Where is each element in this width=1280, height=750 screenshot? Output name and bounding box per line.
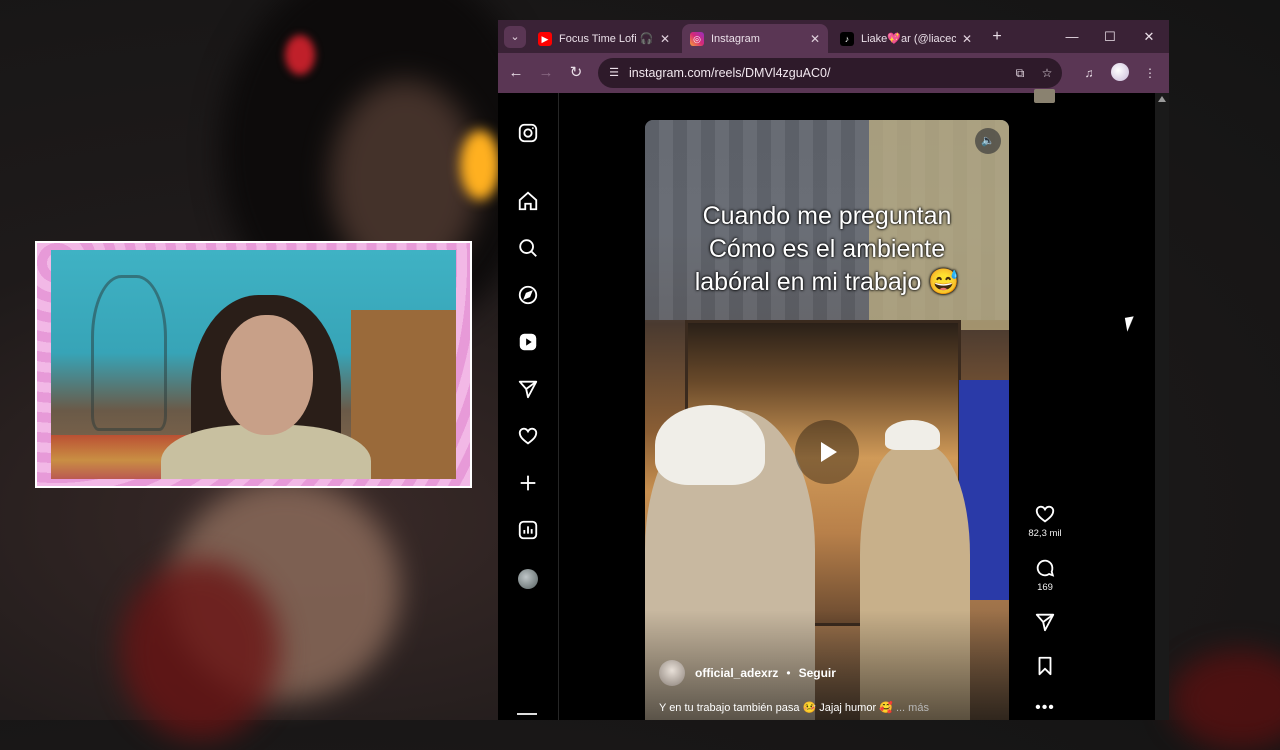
comment-count: 169	[1037, 582, 1053, 593]
explore-icon[interactable]	[516, 283, 540, 307]
separator: •	[786, 666, 791, 680]
comment-icon	[1036, 559, 1055, 577]
create-icon[interactable]	[516, 471, 540, 495]
scroll-up-arrow-icon[interactable]	[1158, 96, 1166, 102]
instagram-icon: ◎	[690, 31, 704, 46]
address-bar[interactable]: ☰ instagram.com/reels/DMVl4zguAC0/ ⧉ ☆	[598, 58, 1062, 88]
caption-line: labóral en mi trabajo 😅	[694, 268, 960, 296]
browser-window: ⌄ ▶ Focus Time Lofi 🎧 ✕ ◎ Instagram ✕ ♪ …	[498, 20, 1169, 720]
tab-close-icon[interactable]: ✕	[962, 32, 972, 46]
browser-menu-icon[interactable]: ⋮	[1141, 64, 1159, 82]
tab-close-icon[interactable]: ✕	[660, 32, 670, 46]
install-app-icon[interactable]: ⧉	[1011, 64, 1029, 82]
reel-description: Y en tu trabajo también pasa 🤒 Jajaj hum…	[659, 701, 999, 714]
tab-title: Instagram	[711, 32, 760, 45]
instagram-sidebar	[498, 93, 559, 720]
play-icon	[821, 442, 837, 462]
tab-tiktok[interactable]: ♪ Liake💖ar (@liaceci ✕	[832, 24, 980, 53]
save-button[interactable]	[1025, 655, 1065, 677]
maximize-button[interactable]: ☐	[1091, 25, 1129, 49]
sidebar-profile-avatar[interactable]	[518, 569, 538, 589]
caption-line: Cuando me preguntan	[702, 202, 952, 230]
tab-bar: ⌄ ▶ Focus Time Lofi 🎧 ✕ ◎ Instagram ✕ ♪ …	[498, 20, 1169, 53]
tab-title: Liake💖ar (@liaceci	[861, 33, 956, 45]
url-text[interactable]: instagram.com/reels/DMVl4zguAC0/	[629, 66, 830, 80]
heart-icon	[1035, 505, 1055, 523]
menu-icon[interactable]	[517, 713, 537, 715]
reload-button[interactable]: ↻	[565, 62, 587, 84]
mute-icon[interactable]: 🔈	[975, 128, 1001, 154]
webcam-wall-drawing	[91, 275, 167, 431]
forward-button[interactable]: →	[535, 62, 557, 84]
browser-toolbar: ← → ↻ ☰ instagram.com/reels/DMVl4zguAC0/…	[498, 53, 1169, 93]
tab-close-icon[interactable]: ✕	[810, 32, 820, 46]
description-text: Y en tu trabajo también pasa 🤒 Jajaj hum…	[659, 702, 893, 714]
tab-focus-time-lofi[interactable]: ▶ Focus Time Lofi 🎧 ✕	[530, 24, 678, 53]
messages-icon[interactable]	[516, 377, 540, 401]
video-worker-right-cap	[885, 420, 940, 450]
webcam-overlay	[35, 241, 472, 488]
home-icon[interactable]	[516, 189, 540, 213]
author-avatar[interactable]	[659, 660, 685, 686]
dashboard-icon[interactable]	[516, 518, 540, 542]
reel-video[interactable]: Cuando me preguntan Cómo es el ambiente …	[645, 120, 1009, 720]
instagram-logo-icon[interactable]	[516, 121, 540, 145]
page-scrollbar[interactable]	[1155, 93, 1169, 720]
close-window-button[interactable]: ✕	[1130, 25, 1168, 49]
play-button[interactable]	[795, 420, 859, 484]
background-red-object	[1170, 650, 1280, 750]
reel-caption-overlay: Cuando me preguntan Cómo es el ambiente …	[645, 200, 1009, 299]
like-count: 82,3 mil	[1028, 528, 1062, 539]
minimize-button[interactable]: —	[1053, 25, 1091, 49]
bookmark-icon	[1038, 656, 1052, 676]
video-worker-left-cap	[655, 405, 765, 485]
reel-author: official_adexrz • Seguir	[659, 660, 836, 686]
search-icon[interactable]	[516, 236, 540, 260]
share-button[interactable]	[1025, 611, 1065, 633]
more-link[interactable]: ... más	[896, 702, 929, 714]
back-button[interactable]: ←	[505, 62, 527, 84]
caption-line: Cómo es el ambiente	[708, 235, 946, 263]
notifications-icon[interactable]	[516, 424, 540, 448]
webcam-person-face	[221, 315, 313, 435]
background-sweater	[120, 560, 280, 740]
site-settings-icon[interactable]: ☰	[606, 65, 622, 81]
comment-button[interactable]: 169	[1025, 557, 1065, 593]
previous-reel-thumbnail[interactable]	[1034, 89, 1055, 103]
background-bow	[285, 35, 315, 75]
tab-title: Focus Time Lofi 🎧	[559, 33, 654, 45]
media-controls-icon[interactable]: ♫	[1080, 64, 1098, 82]
author-username[interactable]: official_adexrz	[695, 666, 778, 680]
follow-button[interactable]: Seguir	[799, 666, 836, 680]
tab-search-menu-button[interactable]: ⌄	[504, 26, 526, 48]
webcam-feed	[51, 250, 456, 479]
more-icon: •••	[1035, 699, 1055, 716]
instagram-page: Cuando me preguntan Cómo es el ambiente …	[498, 89, 1169, 720]
share-icon	[1035, 613, 1055, 632]
reels-icon[interactable]	[516, 330, 540, 354]
profile-avatar[interactable]	[1111, 63, 1129, 81]
tab-instagram[interactable]: ◎ Instagram ✕	[682, 24, 828, 53]
youtube-icon: ▶	[538, 31, 552, 46]
background-lamp	[460, 130, 500, 200]
new-tab-button[interactable]: +	[986, 26, 1008, 48]
like-button[interactable]: 82,3 mil	[1025, 503, 1065, 539]
tiktok-icon: ♪	[840, 31, 854, 46]
bookmark-star-icon[interactable]: ☆	[1038, 64, 1056, 82]
more-options-button[interactable]: •••	[1025, 699, 1065, 716]
